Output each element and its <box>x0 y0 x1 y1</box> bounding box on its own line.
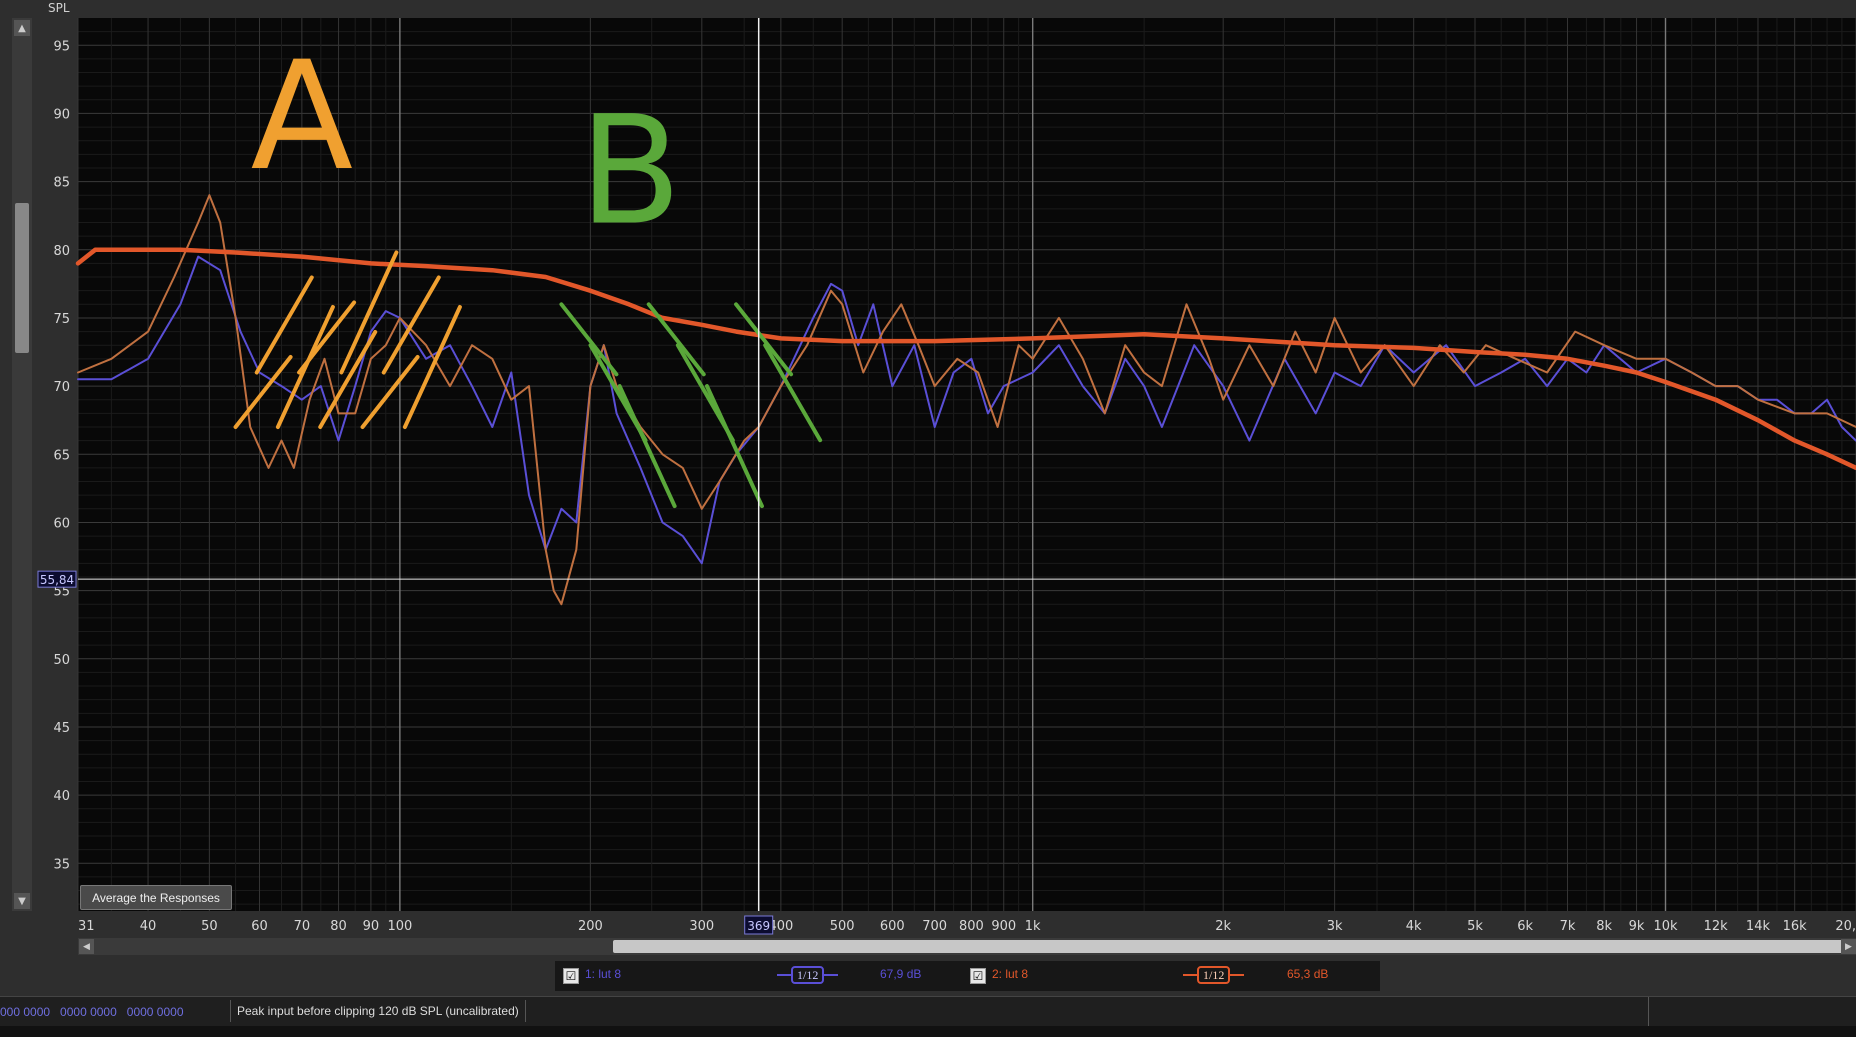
annotation-letter: A <box>251 30 354 204</box>
response-1-smoothing-value: 1/12 <box>791 966 825 984</box>
x-tick-label: 900 <box>991 919 1016 934</box>
x-tick-label: 90 <box>363 919 380 934</box>
x-tick-label: 60 <box>251 919 268 934</box>
x-tick-label: 20, <box>1835 919 1856 934</box>
scroll-up-icon[interactable]: ▲ <box>14 20 30 36</box>
y-tick-label: 95 <box>53 39 70 54</box>
status-bar: 000 0000 0000 0000 0000 0000 Peak input … <box>0 996 1856 1027</box>
y-tick-label: 50 <box>53 653 70 668</box>
response-2-smoothing-value: 1/12 <box>1197 966 1231 984</box>
x-tick-label: 50 <box>201 919 218 934</box>
y-tick-label: 40 <box>53 789 70 804</box>
scroll-left-icon[interactable]: ◀ <box>79 939 94 954</box>
y-tick-label: 80 <box>53 244 70 259</box>
horizontal-scroll-thumb[interactable] <box>613 940 1853 953</box>
response-2-checkbox[interactable]: ☑ <box>970 968 986 984</box>
x-tick-label: 9k <box>1629 919 1645 934</box>
y-tick-label: 75 <box>53 312 70 327</box>
response-1-smoothing[interactable]: 1/12 <box>777 966 839 984</box>
x-tick-label: 10k <box>1653 919 1678 934</box>
x-tick-label: 6k <box>1517 919 1533 934</box>
window-bottom-edge <box>0 1026 1856 1037</box>
spl-graph[interactable]: 95908580757065605550454035 31 40 50 60 70 80 9… <box>0 0 1856 960</box>
x-tick-label: 3k <box>1327 919 1343 934</box>
x-tick-label: 2k <box>1215 919 1231 934</box>
x-tick-label: 80 <box>330 919 347 934</box>
y-tick-label: 60 <box>53 516 70 531</box>
x-tick-label: 8k <box>1596 919 1612 934</box>
smoothing-line-icon <box>1183 974 1197 976</box>
vertical-scroll-thumb[interactable] <box>15 203 29 353</box>
vertical-scrollbar[interactable]: ▲ ▼ <box>12 18 32 911</box>
x-tick-label: 14k <box>1746 919 1771 934</box>
x-tick-label: 31 <box>78 919 95 934</box>
x-axis: 31 40 50 60 70 80 90 100 200 300 400 500 600 700 800 90… <box>78 919 1856 934</box>
y-tick-label: 65 <box>53 448 70 463</box>
response-1-label[interactable]: 1: lut 8 <box>585 967 621 981</box>
y-tick-label: 35 <box>53 857 70 872</box>
x-tick-label: 16k <box>1783 919 1808 934</box>
status-divider <box>1648 997 1649 1027</box>
x-tick-label: 70 <box>294 919 311 934</box>
horizontal-scrollbar[interactable]: ◀ ▶ <box>78 938 1856 955</box>
y-tick-label: 45 <box>53 721 70 736</box>
x-tick-label: 200 <box>578 919 603 934</box>
annotation-letter: B <box>579 85 682 259</box>
rew-window: 95 90 85 80 75 70 65 60 55 50 45 40 35 31 40 50 60 70 80 9… <box>0 0 1856 1037</box>
legend-bar: ☑ 1: lut 8 1/12 67,9 dB ☑ 2: lut 8 1/12 … <box>555 961 1380 991</box>
response-1-level: 67,9 dB <box>880 967 922 981</box>
smoothing-line-icon <box>824 974 839 976</box>
y-tick-label: 70 <box>53 380 70 395</box>
response-2-smoothing[interactable]: 1/12 <box>1183 966 1245 984</box>
x-tick-label: 800 <box>959 919 984 934</box>
x-tick-label: 500 <box>830 919 855 934</box>
status-digits: 000 0000 0000 0000 0000 0000 <box>0 1005 184 1019</box>
y-axis: 95908580757065605550454035 <box>53 39 70 872</box>
response-1-checkbox[interactable]: ☑ <box>563 968 579 984</box>
smoothing-line-icon <box>1230 974 1245 976</box>
scroll-right-icon[interactable]: ▶ <box>1841 939 1856 954</box>
smoothing-line-icon <box>777 974 791 976</box>
response-2-level: 65,3 dB <box>1287 967 1329 981</box>
scroll-down-icon[interactable]: ▼ <box>14 893 30 909</box>
x-tick-label: 7k <box>1560 919 1576 934</box>
y-tick-label: 85 <box>53 176 70 191</box>
x-tick-label: 700 <box>922 919 947 934</box>
cursor-y-readout: 55,84 <box>40 573 74 587</box>
y-tick-label: 90 <box>53 107 70 122</box>
x-tick-label: 4k <box>1406 919 1422 934</box>
x-tick-label: 100 <box>387 919 412 934</box>
x-tick-label: 1k <box>1025 919 1041 934</box>
average-responses-button[interactable]: Average the Responses <box>80 885 232 910</box>
response-2-label[interactable]: 2: lut 8 <box>992 967 1028 981</box>
x-tick-label: 40 <box>140 919 157 934</box>
cursor-x-readout: 369 <box>747 919 770 933</box>
x-tick-label: 5k <box>1467 919 1483 934</box>
status-message: Peak input before clipping 120 dB SPL (u… <box>230 1000 526 1022</box>
x-tick-label: 12k <box>1704 919 1729 934</box>
x-tick-label: 300 <box>689 919 714 934</box>
y-axis-title: SPL <box>48 1 70 15</box>
x-tick-label: 600 <box>880 919 905 934</box>
